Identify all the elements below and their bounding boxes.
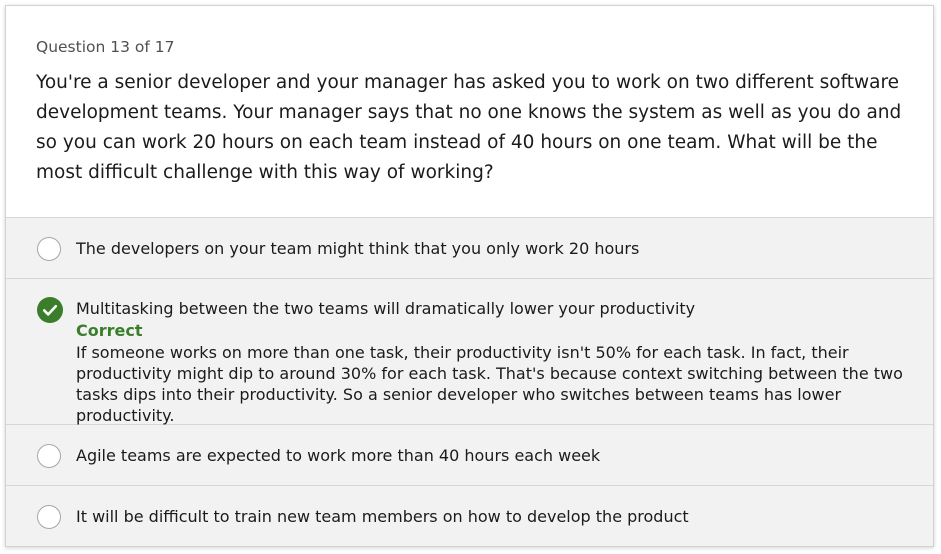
question-card: Question 13 of 17 You're a senior develo… — [5, 5, 934, 547]
answer-option-label: Agile teams are expected to work more th… — [76, 446, 601, 465]
answer-option-3[interactable]: Agile teams are expected to work more th… — [6, 425, 933, 486]
answer-option-2[interactable]: Multitasking between the two teams will … — [6, 279, 933, 425]
answer-option-label: The developers on your team might think … — [76, 239, 640, 258]
correct-status-label: Correct — [76, 321, 143, 340]
answer-option-4[interactable]: It will be difficult to train new team m… — [6, 486, 933, 546]
answer-option-1[interactable]: The developers on your team might think … — [6, 218, 933, 279]
answer-option-label: It will be difficult to train new team m… — [76, 507, 689, 526]
answer-explanation: If someone works on more than one task, … — [76, 343, 903, 425]
question-header: Question 13 of 17 You're a senior develo… — [6, 6, 933, 218]
radio-empty-icon[interactable] — [37, 505, 61, 529]
answer-option-label: Multitasking between the two teams will … — [76, 299, 696, 318]
radio-empty-icon[interactable] — [37, 237, 61, 261]
question-text: You're a senior developer and your manag… — [36, 72, 902, 183]
question-counter: Question 13 of 17 — [36, 38, 175, 56]
radio-empty-icon[interactable] — [37, 444, 61, 468]
checkmark-circle-icon[interactable] — [37, 297, 63, 323]
